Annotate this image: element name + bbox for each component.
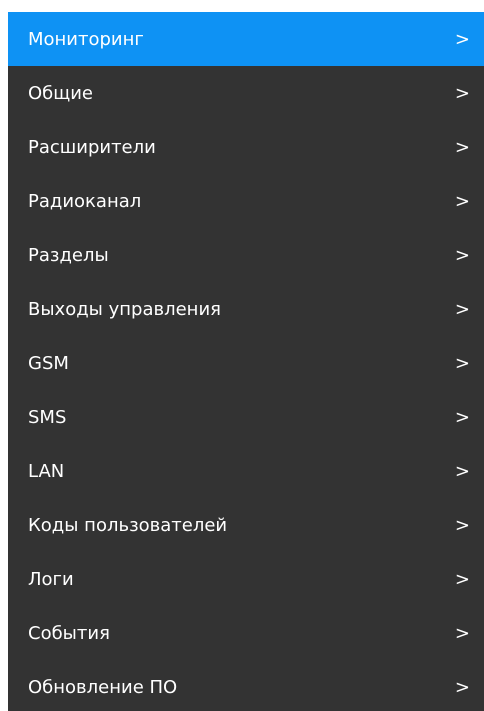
chevron-right-icon: >: [454, 514, 470, 536]
menu-item-lan[interactable]: LAN >: [8, 444, 484, 498]
menu-item-label: Радиоканал: [28, 190, 142, 212]
menu-item-label: GSM: [28, 352, 69, 374]
menu-item-monitoring[interactable]: Мониторинг >: [8, 12, 484, 66]
menu-item-control-outputs[interactable]: Выходы управления >: [8, 282, 484, 336]
chevron-right-icon: >: [454, 676, 470, 698]
menu-item-label: Логи: [28, 568, 74, 590]
menu-item-label: События: [28, 622, 110, 644]
chevron-right-icon: >: [454, 82, 470, 104]
menu-item-label: Расширители: [28, 136, 156, 158]
chevron-right-icon: >: [454, 622, 470, 644]
menu-item-label: Обновление ПО: [28, 676, 178, 698]
menu-item-gsm[interactable]: GSM >: [8, 336, 484, 390]
menu-item-radio-channel[interactable]: Радиоканал >: [8, 174, 484, 228]
chevron-right-icon: >: [454, 460, 470, 482]
menu-item-events[interactable]: События >: [8, 606, 484, 660]
menu-item-partitions[interactable]: Разделы >: [8, 228, 484, 282]
chevron-right-icon: >: [454, 298, 470, 320]
menu-item-expanders[interactable]: Расширители >: [8, 120, 484, 174]
chevron-right-icon: >: [454, 190, 470, 212]
menu-item-label: Выходы управления: [28, 298, 221, 320]
menu-item-user-codes[interactable]: Коды пользователей >: [8, 498, 484, 552]
menu-item-label: LAN: [28, 460, 65, 482]
chevron-right-icon: >: [454, 352, 470, 374]
chevron-right-icon: >: [454, 28, 470, 50]
menu-item-label: Коды пользователей: [28, 514, 228, 536]
menu-item-logs[interactable]: Логи >: [8, 552, 484, 606]
menu-item-firmware-update[interactable]: Обновление ПО >: [8, 660, 484, 711]
menu-item-label: Общие: [28, 82, 93, 104]
menu-item-label: Разделы: [28, 244, 109, 266]
menu-item-general[interactable]: Общие >: [8, 66, 484, 120]
chevron-right-icon: >: [454, 136, 470, 158]
chevron-right-icon: >: [454, 244, 470, 266]
menu-item-label: Мониторинг: [28, 28, 144, 50]
chevron-right-icon: >: [454, 406, 470, 428]
menu-item-label: SMS: [28, 406, 67, 428]
menu-item-sms[interactable]: SMS >: [8, 390, 484, 444]
chevron-right-icon: >: [454, 568, 470, 590]
settings-menu: Мониторинг > Общие > Расширители > Радио…: [8, 12, 484, 711]
